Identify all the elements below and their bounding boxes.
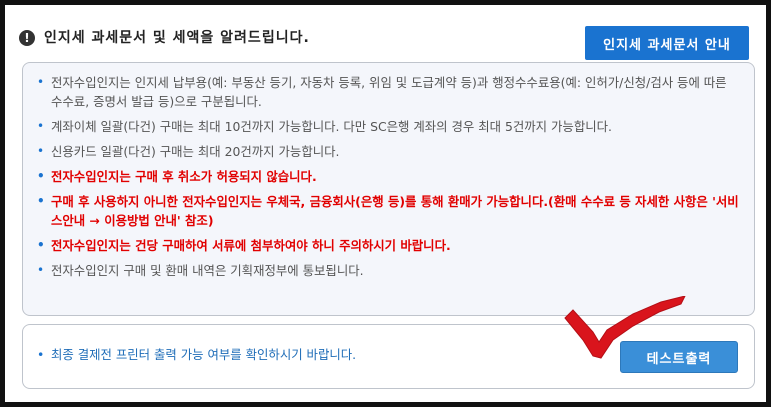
notice-item: 신용카드 일괄(다건) 구매는 최대 20건까지 가능합니다. [37, 142, 740, 161]
notice-item: 전자수입인지 구매 및 환매 내역은 기획재정부에 통보됩니다. [37, 261, 740, 280]
notice-list: 전자수입인지는 인지세 납부용(예: 부동산 등기, 자동차 등록, 위임 및 … [23, 63, 754, 280]
tax-document-guide-button[interactable]: 인지세 과세문서 안내 [585, 26, 749, 60]
notice-item-warning: 구매 후 사용하지 아니한 전자수입인지는 우체국, 금융회사(은행 등)를 통… [37, 192, 740, 230]
notice-box: 전자수입인지는 인지세 납부용(예: 부동산 등기, 자동차 등록, 위임 및 … [22, 62, 755, 316]
printer-check-message: 최종 결제전 프린터 출력 가능 여부를 확인하시기 바랍니다. [37, 345, 356, 364]
notice-item: 전자수입인지는 인지세 납부용(예: 부동산 등기, 자동차 등록, 위임 및 … [37, 73, 740, 111]
dialog-frame: ! 인지세 과세문서 및 세액을 알려드립니다. 인지세 과세문서 안내 전자수… [5, 5, 766, 402]
notice-item-warning: 전자수입인지는 건당 구매하여 서류에 첨부하여야 하니 주의하시기 바랍니다. [37, 236, 740, 255]
notice-item-warning: 전자수입인지는 구매 후 취소가 허용되지 않습니다. [37, 167, 740, 186]
notice-item: 계좌이체 일괄(다건) 구매는 최대 10건까지 가능합니다. 다만 SC은행 … [37, 117, 740, 136]
test-print-button[interactable]: 테스트출력 [620, 341, 738, 373]
page-title: 인지세 과세문서 및 세액을 알려드립니다. [44, 30, 310, 46]
exclamation-icon: ! [19, 30, 35, 46]
test-print-box: 최종 결제전 프린터 출력 가능 여부를 확인하시기 바랍니다. 테스트출력 [22, 324, 755, 389]
